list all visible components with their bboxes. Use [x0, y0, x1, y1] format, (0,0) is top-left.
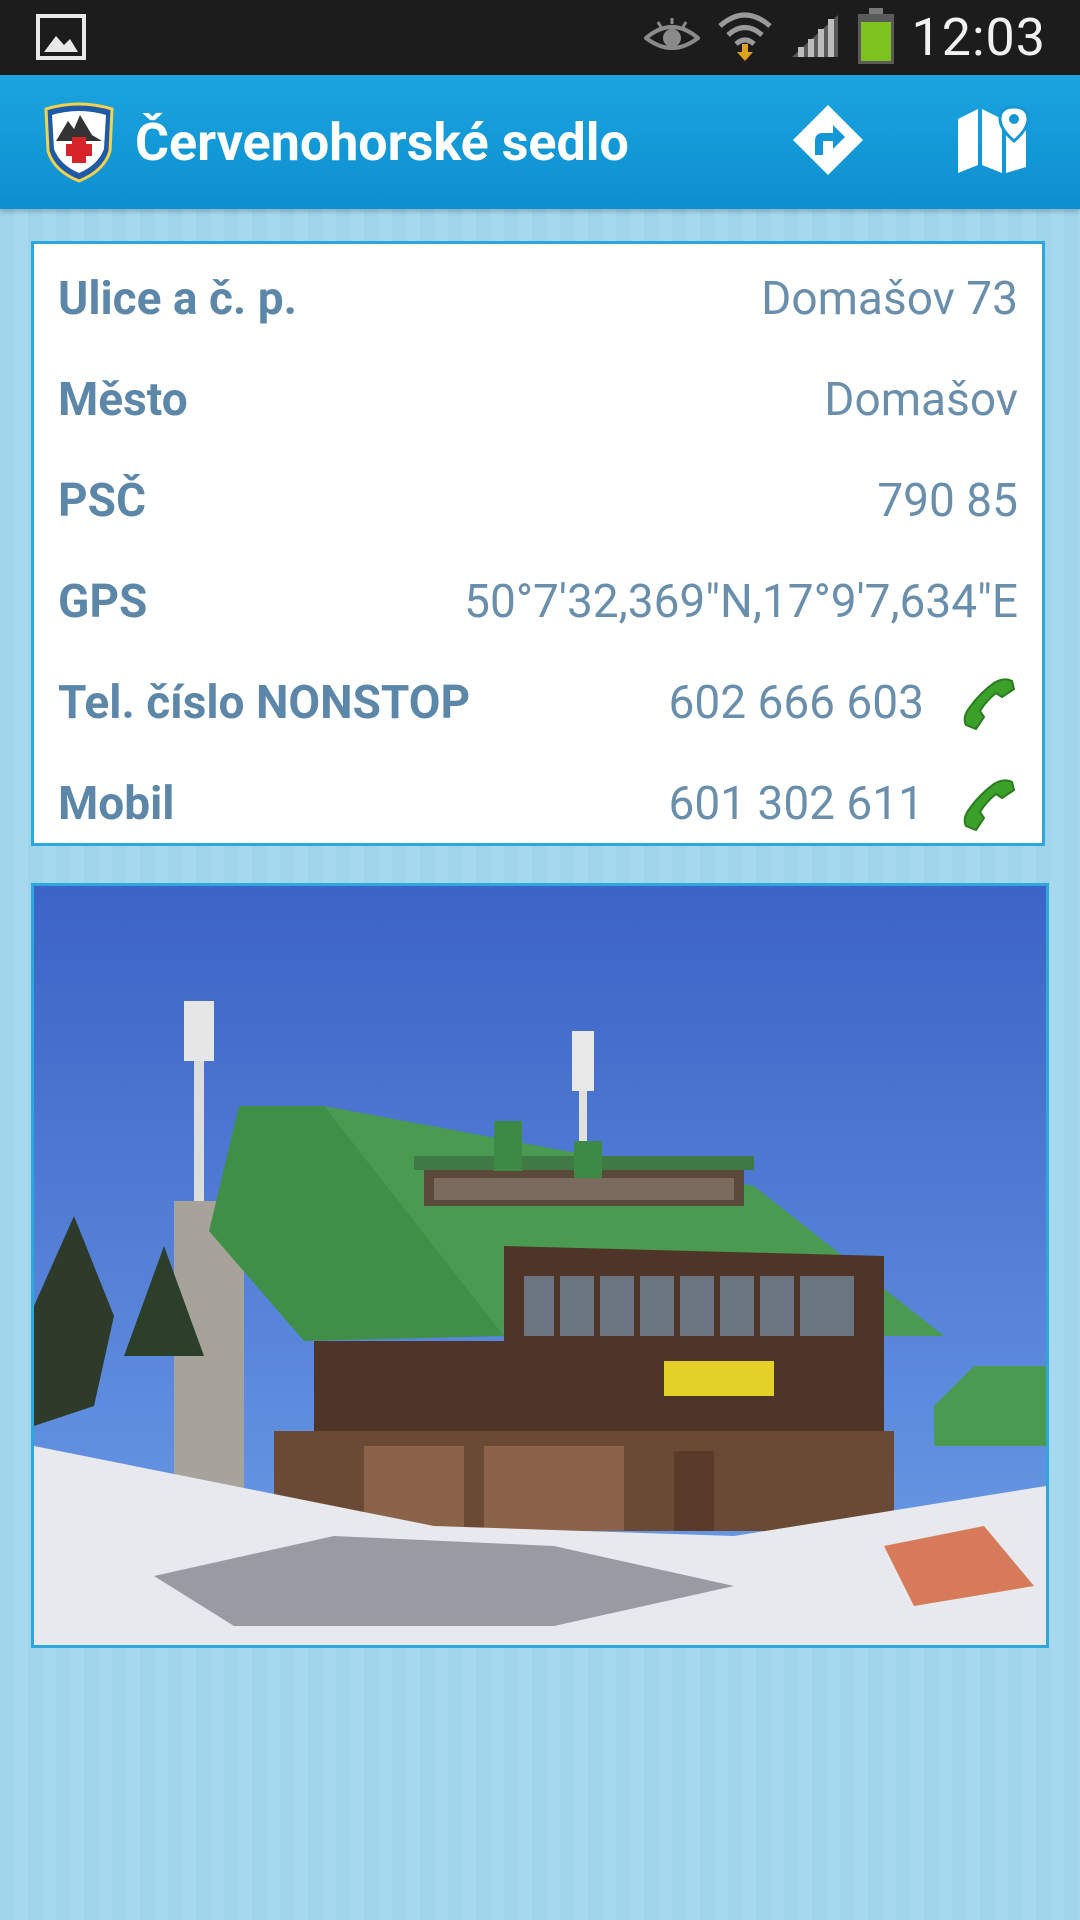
- directions-button[interactable]: [788, 102, 868, 182]
- detail-row-mobile[interactable]: Mobil 601 302 611: [58, 769, 1018, 839]
- phone-number[interactable]: 601 302 611: [669, 777, 925, 831]
- detail-value: 50°7'32,369"N,17°9'7,634"E: [464, 575, 1018, 629]
- phone-icon[interactable]: [958, 774, 1018, 834]
- detail-row-city: Město Domašov: [58, 365, 1018, 435]
- info-card: Ulice a č. p. Domašov 73 Město Domašov P…: [31, 241, 1045, 846]
- gallery-notification-icon: [36, 14, 86, 60]
- page-title: Červenohorské sedlo: [135, 112, 629, 173]
- status-bar: 12:03: [0, 0, 1080, 75]
- action-bar: Červenohorské sedlo: [0, 75, 1080, 209]
- mountain-rescue-logo: [42, 101, 116, 183]
- detail-label: Ulice a č. p.: [58, 272, 297, 326]
- detail-value: Domašov 73: [761, 272, 1018, 326]
- detail-label: Město: [58, 373, 188, 427]
- battery-icon: [857, 7, 894, 68]
- map-button[interactable]: [954, 102, 1034, 182]
- clock: 12:03: [911, 7, 1046, 68]
- detail-label: Mobil: [58, 777, 175, 831]
- detail-value: Domašov: [824, 373, 1018, 427]
- detail-label: Tel. číslo NONSTOP: [58, 676, 471, 730]
- directions-icon: [791, 103, 865, 181]
- eye-icon: [642, 16, 701, 60]
- phone-icon[interactable]: [958, 673, 1018, 733]
- detail-value: 790 85: [877, 474, 1018, 528]
- mountain-hut-photo: [31, 883, 1049, 1648]
- phone-number[interactable]: 602 666 603: [669, 676, 925, 730]
- detail-row-gps: GPS 50°7'32,369"N,17°9'7,634"E: [58, 567, 1018, 637]
- wifi-icon: [717, 10, 772, 66]
- detail-row-street: Ulice a č. p. Domašov 73: [58, 264, 1018, 334]
- detail-label: PSČ: [58, 474, 147, 528]
- detail-row-postcode: PSČ 790 85: [58, 466, 1018, 536]
- detail-label: GPS: [58, 575, 148, 629]
- map-icon: [956, 105, 1032, 179]
- signal-icon: [790, 13, 840, 63]
- detail-row-phone-nonstop[interactable]: Tel. číslo NONSTOP 602 666 603: [58, 668, 1018, 738]
